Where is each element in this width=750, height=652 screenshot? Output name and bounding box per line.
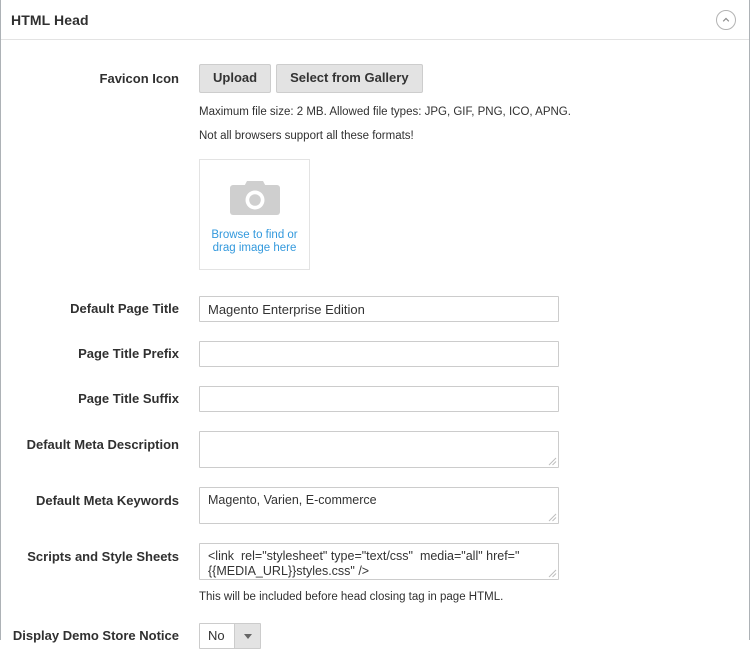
- default-meta-description-label: Default Meta Description: [1, 431, 179, 453]
- dropzone-text-line-2: drag image here: [211, 242, 297, 255]
- field-row-default-page-title: Default Page Title: [1, 296, 749, 322]
- default-page-title-input[interactable]: [199, 296, 559, 322]
- favicon-icon-control: UploadSelect from Gallery Maximum file s…: [179, 64, 749, 270]
- favicon-filesize-note: Maximum file size: 2 MB. Allowed file ty…: [199, 105, 749, 120]
- html-head-panel: HTML Head Favicon Icon UploadSelect from…: [0, 0, 750, 640]
- default-meta-keywords-textarea[interactable]: Magento, Varien, E-commerce: [199, 487, 559, 524]
- field-row-page-title-suffix: Page Title Suffix: [1, 386, 749, 412]
- page-title-prefix-input[interactable]: [199, 341, 559, 367]
- field-row-default-meta-description: Default Meta Description: [1, 431, 749, 468]
- page-title-suffix-control: [179, 386, 749, 412]
- default-page-title-label: Default Page Title: [1, 296, 179, 317]
- display-demo-store-notice-select[interactable]: No: [199, 623, 261, 649]
- default-page-title-control: [179, 296, 749, 322]
- favicon-image-dropzone[interactable]: Browse to find or drag image here: [199, 159, 310, 270]
- default-meta-description-control: [179, 431, 749, 468]
- display-demo-store-notice-label: Display Demo Store Notice: [1, 623, 179, 644]
- favicon-browser-support-note: Not all browsers support all these forma…: [199, 129, 749, 144]
- page-title-suffix-label: Page Title Suffix: [1, 386, 179, 407]
- scripts-and-style-sheets-label: Scripts and Style Sheets: [1, 543, 179, 565]
- field-row-scripts-and-style-sheets: Scripts and Style Sheets <link rel="styl…: [1, 543, 749, 605]
- html-head-form: Favicon Icon UploadSelect from Gallery M…: [1, 40, 749, 652]
- page-title-prefix-control: [179, 341, 749, 367]
- field-row-favicon-icon: Favicon Icon UploadSelect from Gallery M…: [1, 64, 749, 270]
- upload-button[interactable]: Upload: [199, 64, 271, 93]
- dropzone-text: Browse to find or drag image here: [211, 229, 297, 254]
- page-title: HTML Head: [11, 12, 89, 28]
- page-title-suffix-input[interactable]: [199, 386, 559, 412]
- display-demo-store-notice-value: No: [208, 624, 225, 648]
- chevron-down-icon[interactable]: [234, 624, 260, 648]
- chevron-up-circle-icon[interactable]: [716, 10, 736, 30]
- dropzone-text-line-1: Browse to find or: [211, 229, 297, 242]
- default-meta-description-textarea[interactable]: [199, 431, 559, 468]
- scripts-and-style-sheets-note: This will be included before head closin…: [199, 590, 749, 605]
- scripts-and-style-sheets-textarea[interactable]: <link rel="stylesheet" type="text/css" m…: [199, 543, 559, 580]
- field-row-display-demo-store-notice: Display Demo Store Notice No: [1, 623, 749, 652]
- field-row-page-title-prefix: Page Title Prefix: [1, 341, 749, 367]
- page-title-prefix-label: Page Title Prefix: [1, 341, 179, 362]
- default-meta-keywords-label: Default Meta Keywords: [1, 487, 179, 509]
- field-row-default-meta-keywords: Default Meta Keywords Magento, Varien, E…: [1, 487, 749, 524]
- display-demo-store-notice-control: No: [179, 623, 749, 652]
- select-from-gallery-button[interactable]: Select from Gallery: [276, 64, 423, 93]
- section-header: HTML Head: [1, 0, 749, 40]
- scripts-and-style-sheets-control: <link rel="stylesheet" type="text/css" m…: [179, 543, 749, 605]
- default-meta-keywords-control: Magento, Varien, E-commerce: [179, 487, 749, 524]
- camera-icon: [229, 178, 281, 221]
- favicon-icon-label: Favicon Icon: [1, 64, 179, 87]
